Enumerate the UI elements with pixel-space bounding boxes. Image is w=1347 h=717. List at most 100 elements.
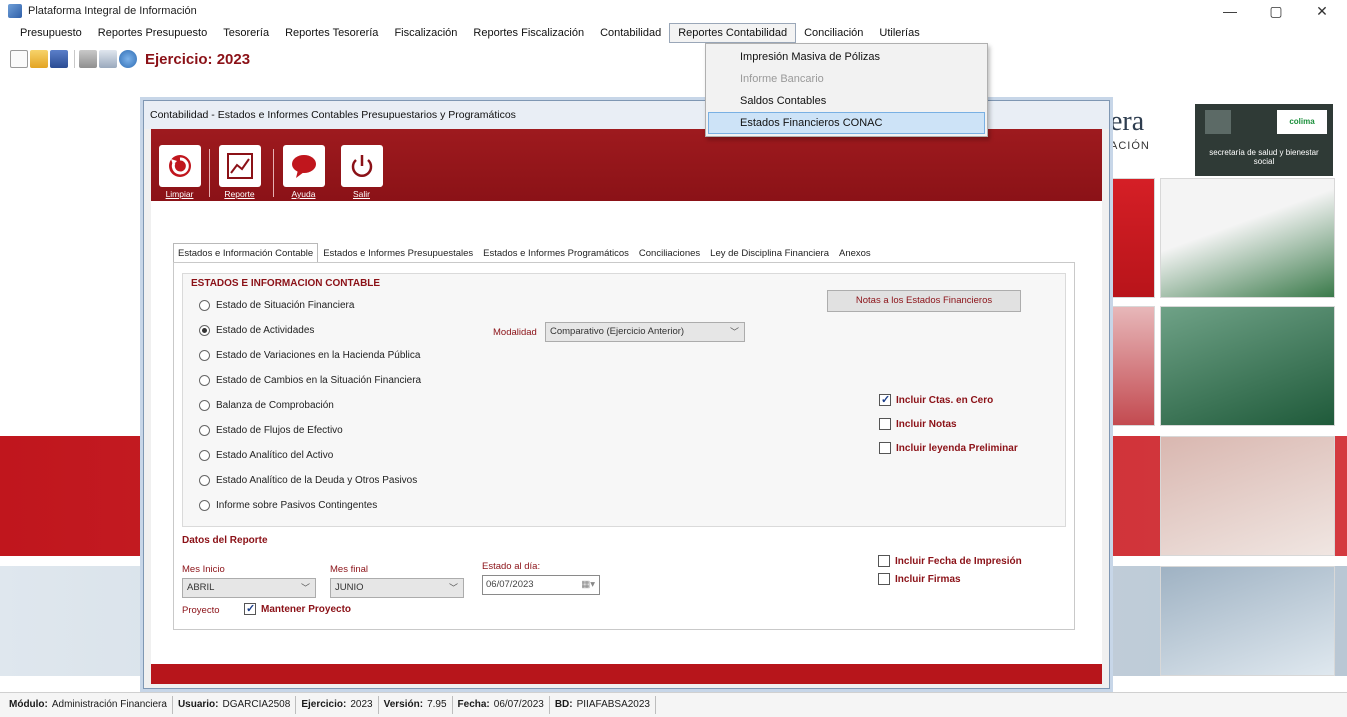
option-analitico-deuda[interactable]: Estado Analítico de la Deuda y Otros Pas… <box>199 475 417 486</box>
tab-estados-informacion-contable[interactable]: Estados e Información Contable <box>173 243 319 263</box>
print-preview-icon[interactable] <box>99 50 117 68</box>
menu-reportes-presupuesto[interactable]: Reportes Presupuesto <box>90 23 215 43</box>
toolbar-separator <box>273 149 274 197</box>
radio-button[interactable] <box>199 475 210 486</box>
radio-button[interactable] <box>199 325 210 336</box>
menu-contabilidad[interactable]: Contabilidad <box>592 23 669 43</box>
checkbox[interactable] <box>878 573 890 585</box>
dialog-body: Estados e Información Contable Estados e… <box>151 201 1102 664</box>
new-file-icon[interactable] <box>10 50 28 68</box>
mes-final-select[interactable]: JUNIO ﹀ <box>330 578 464 598</box>
ayuda-button[interactable]: Ayuda <box>281 145 326 199</box>
option-cambios-situacion[interactable]: Estado de Cambios en la Situación Financ… <box>199 375 421 386</box>
radio-button[interactable] <box>199 425 210 436</box>
option-variaciones-hacienda[interactable]: Estado de Variaciones en la Hacienda Púb… <box>199 350 420 361</box>
check-ctas-cero[interactable]: Incluir Ctas. en Cero <box>879 393 993 406</box>
check-mantener-proyecto[interactable]: Mantener Proyecto <box>244 602 351 615</box>
option-label: Informe sobre Pasivos Contingentes <box>216 500 378 511</box>
option-actividades[interactable]: Estado de Actividades <box>199 325 314 336</box>
option-pasivos-contingentes[interactable]: Informe sobre Pasivos Contingentes <box>199 500 377 511</box>
tab-estados-informes-programaticos[interactable]: Estados e Informes Programáticos <box>478 243 634 263</box>
estado-al-dia-date[interactable]: 06/07/2023 ▦▾ <box>482 575 600 595</box>
menu-item-estados-financieros-conac[interactable]: Estados Financieros CONAC <box>708 112 985 134</box>
radio-button[interactable] <box>199 375 210 386</box>
menu-reportes-contabilidad[interactable]: Reportes Contabilidad <box>669 23 797 43</box>
menu-fiscalizacion[interactable]: Fiscalización <box>386 23 465 43</box>
check-fecha-impresion[interactable]: Incluir Fecha de Impresión <box>878 555 1022 567</box>
mes-inicio-value: ABRIL <box>187 582 215 593</box>
radio-button[interactable] <box>199 450 210 461</box>
check-leyenda-preliminar[interactable]: Incluir leyenda Preliminar <box>879 442 1018 454</box>
modalidad-label: Modalidad <box>493 327 537 338</box>
menu-item-impresion-masiva[interactable]: Impresión Masiva de Pólizas <box>706 46 987 68</box>
globe-icon <box>119 50 137 68</box>
checkbox[interactable] <box>878 555 890 567</box>
calendar-icon[interactable]: ▦▾ <box>581 576 595 594</box>
checkbox[interactable] <box>879 393 891 406</box>
maximize-button[interactable]: ▢ <box>1253 0 1299 22</box>
minimize-button[interactable]: — <box>1207 0 1253 22</box>
check-firmas[interactable]: Incluir Firmas <box>878 573 961 585</box>
status-label: Usuario: <box>177 699 219 710</box>
save-icon[interactable] <box>50 50 68 68</box>
checkbox[interactable] <box>244 602 256 615</box>
tab-ley-disciplina-financiera[interactable]: Ley de Disciplina Financiera <box>705 243 834 263</box>
check-label: Incluir Notas <box>896 418 957 430</box>
status-value: PIIAFABSA2023 <box>576 699 650 710</box>
dialog-footer-bar <box>151 664 1102 684</box>
background-tile <box>1160 436 1335 556</box>
status-value: Administración Financiera <box>51 699 167 710</box>
background-tile <box>1110 178 1155 298</box>
menu-utilerias[interactable]: Utilerías <box>871 23 927 43</box>
toolbar-separator <box>209 149 210 197</box>
secretaria-salud-logo: colima secretaría de salud y bienestar s… <box>1195 104 1333 176</box>
window-titlebar: Plataforma Integral de Información — ▢ ✕ <box>0 0 1347 22</box>
reportes-contabilidad-dropdown: Impresión Masiva de Pólizas Informe Banc… <box>705 43 988 137</box>
status-usuario: Usuario: DGARCIA2508 <box>173 696 297 714</box>
radio-button[interactable] <box>199 300 210 311</box>
window-title: Plataforma Integral de Información <box>28 5 197 17</box>
tab-conciliaciones[interactable]: Conciliaciones <box>634 243 705 263</box>
estados-informes-dialog: Contabilidad - Estados e Informes Contab… <box>143 100 1110 689</box>
notas-estados-button[interactable]: Notas a los Estados Financieros <box>827 290 1021 312</box>
option-balanza[interactable]: Balanza de Comprobación <box>199 400 334 411</box>
background-brand-subtitle: ACIÓN <box>1110 140 1150 152</box>
status-modulo: Módulo: Administración Financiera <box>4 696 173 714</box>
radio-button[interactable] <box>199 500 210 511</box>
checkbox[interactable] <box>879 442 891 454</box>
refresh-icon <box>158 145 201 187</box>
mes-inicio-select[interactable]: ABRIL ﹀ <box>182 578 316 598</box>
radio-button[interactable] <box>199 350 210 361</box>
menu-reportes-tesoreria[interactable]: Reportes Tesorería <box>277 23 386 43</box>
open-folder-icon[interactable] <box>30 50 48 68</box>
chevron-down-icon: ﹀ <box>448 583 458 593</box>
print-icon[interactable] <box>79 50 97 68</box>
limpiar-button[interactable]: Limpiar <box>157 145 202 199</box>
radio-button[interactable] <box>199 400 210 411</box>
menu-presupuesto[interactable]: Presupuesto <box>12 23 90 43</box>
menu-reportes-fiscalizacion[interactable]: Reportes Fiscalización <box>465 23 592 43</box>
reporte-button[interactable]: Reporte <box>217 145 262 199</box>
status-value: DGARCIA2508 <box>222 699 291 710</box>
option-analitico-activo[interactable]: Estado Analítico del Activo <box>199 450 333 461</box>
tab-estados-informes-presupuestales[interactable]: Estados e Informes Presupuestales <box>318 243 478 263</box>
option-flujos-efectivo[interactable]: Estado de Flujos de Efectivo <box>199 425 343 436</box>
option-situacion-financiera[interactable]: Estado de Situación Financiera <box>199 300 354 311</box>
menu-tesoreria[interactable]: Tesorería <box>215 23 277 43</box>
status-version: Versión: 7.95 <box>379 696 453 714</box>
status-label: BD: <box>554 699 573 710</box>
check-label: Incluir Fecha de Impresión <box>895 555 1022 567</box>
salir-button[interactable]: Salir <box>339 145 384 199</box>
menu-item-saldos-contables[interactable]: Saldos Contables <box>706 90 987 112</box>
modalidad-select[interactable]: Comparativo (Ejercicio Anterior) ﹀ <box>545 322 745 342</box>
tab-anexos[interactable]: Anexos <box>834 243 876 263</box>
checkbox[interactable] <box>879 418 891 430</box>
ejercicio-label: Ejercicio: 2023 <box>145 50 251 68</box>
option-label: Estado de Cambios en la Situación Financ… <box>216 375 422 386</box>
status-value: 2023 <box>350 699 373 710</box>
estado-al-dia-value: 06/07/2023 <box>486 579 534 590</box>
check-notas[interactable]: Incluir Notas <box>879 418 957 430</box>
toolbar-separator <box>74 50 75 68</box>
close-button[interactable]: ✕ <box>1299 0 1345 22</box>
menu-conciliacion[interactable]: Conciliación <box>796 23 871 43</box>
